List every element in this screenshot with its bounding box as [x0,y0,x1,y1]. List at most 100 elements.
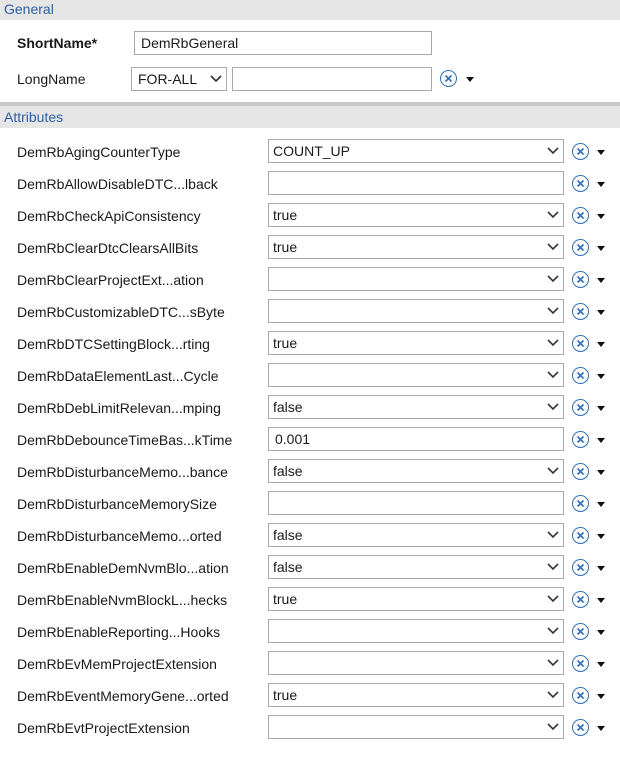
clear-value-icon[interactable] [572,143,589,160]
chevron-down-icon[interactable] [543,524,563,546]
dropdown-menu-caret-icon[interactable] [597,214,605,219]
longname-input[interactable] [232,67,432,91]
attribute-value-select[interactable]: true [268,331,564,355]
clear-value-icon[interactable] [572,655,589,672]
attribute-value-select[interactable]: true [268,683,564,707]
shortname-input[interactable]: DemRbGeneral [134,31,432,55]
chevron-down-icon[interactable] [543,556,563,578]
clear-value-icon[interactable] [572,399,589,416]
attribute-value: false [273,463,303,479]
chevron-down-icon[interactable] [543,620,563,642]
dropdown-menu-caret-icon[interactable] [597,438,605,443]
attribute-value-select[interactable] [268,363,564,387]
attribute-value-select[interactable] [268,299,564,323]
attribute-value-select[interactable]: true [268,203,564,227]
attribute-value-select[interactable]: false [268,555,564,579]
clear-value-icon[interactable] [572,207,589,224]
attribute-value-input[interactable] [268,491,564,515]
dropdown-menu-caret-icon[interactable] [597,566,605,571]
chevron-down-icon[interactable] [206,68,226,90]
attribute-value-select[interactable]: false [268,459,564,483]
attribute-value-select[interactable] [268,651,564,675]
clear-value-icon[interactable] [572,495,589,512]
clear-value-icon[interactable] [572,591,589,608]
attribute-value: false [273,559,303,575]
chevron-down-icon[interactable] [543,268,563,290]
attribute-value-select[interactable] [268,715,564,739]
clear-value-icon[interactable] [572,527,589,544]
dropdown-menu-caret-icon[interactable] [597,630,605,635]
clear-value-icon[interactable] [572,687,589,704]
dropdown-menu-caret-icon[interactable] [597,406,605,411]
attribute-label: DemRbEnableReporting...Hooks [17,624,221,640]
dropdown-menu-caret-icon[interactable] [597,662,605,667]
clear-value-icon[interactable] [572,431,589,448]
dropdown-menu-caret-icon[interactable] [597,374,605,379]
attribute-value: true [273,687,298,703]
chevron-down-icon[interactable] [543,588,563,610]
dropdown-menu-caret-icon[interactable] [597,310,605,315]
dropdown-menu-caret-icon[interactable] [597,470,605,475]
attribute-row: DemRbClearDtcClearsAllBits true [0,232,620,264]
attribute-row: DemRbDisturbanceMemo...bance false [0,456,620,488]
attribute-label: DemRbDTCSettingBlock...rting [17,336,210,352]
chevron-down-icon[interactable] [543,716,563,738]
clear-value-icon[interactable] [572,559,589,576]
clear-value-icon[interactable] [572,623,589,640]
chevron-down-icon[interactable] [543,396,563,418]
chevron-down-icon[interactable] [543,460,563,482]
attribute-row: DemRbClearProjectExt...ation [0,264,620,296]
clear-value-icon[interactable] [572,303,589,320]
chevron-down-icon[interactable] [543,652,563,674]
chevron-down-icon[interactable] [543,236,563,258]
clear-value-icon[interactable] [572,271,589,288]
chevron-down-icon[interactable] [543,140,563,162]
chevron-down-icon[interactable] [543,684,563,706]
attribute-value-select[interactable]: false [268,523,564,547]
attribute-row: DemRbDataElementLast...Cycle [0,360,620,392]
attribute-row: DemRbDebounceTimeBas...kTime 0.001 [0,424,620,456]
dropdown-menu-caret-icon[interactable] [597,726,605,731]
longname-language-value: FOR-ALL [138,71,198,87]
dropdown-menu-caret-icon[interactable] [597,278,605,283]
clear-value-icon[interactable] [572,335,589,352]
attribute-row: DemRbCheckApiConsistency true [0,200,620,232]
attribute-value-input[interactable] [268,171,564,195]
clear-value-icon[interactable] [440,70,457,87]
dropdown-menu-caret-icon[interactable] [597,246,605,251]
attribute-value-select[interactable]: true [268,235,564,259]
attribute-row: DemRbEventMemoryGene...orted true [0,680,620,712]
attribute-value-input[interactable]: 0.001 [268,427,564,451]
chevron-down-icon[interactable] [543,364,563,386]
chevron-down-icon[interactable] [543,300,563,322]
attribute-label: DemRbCheckApiConsistency [17,208,201,224]
attribute-row: DemRbEvMemProjectExtension [0,648,620,680]
chevron-down-icon[interactable] [543,332,563,354]
attribute-value-select[interactable]: COUNT_UP [268,139,564,163]
dropdown-menu-caret-icon[interactable] [597,342,605,347]
clear-value-icon[interactable] [572,367,589,384]
longname-language-select[interactable]: FOR-ALL [131,67,227,91]
attribute-row: DemRbAllowDisableDTC...lback [0,168,620,200]
attribute-row: DemRbDTCSettingBlock...rting true [0,328,620,360]
clear-value-icon[interactable] [572,239,589,256]
attribute-label: DemRbCustomizableDTC...sByte [17,304,225,320]
dropdown-menu-caret-icon[interactable] [597,150,605,155]
chevron-down-icon[interactable] [543,204,563,226]
dropdown-menu-caret-icon[interactable] [597,598,605,603]
dropdown-menu-caret-icon[interactable] [597,502,605,507]
dropdown-menu-caret-icon[interactable] [597,534,605,539]
clear-value-icon[interactable] [572,719,589,736]
clear-value-icon[interactable] [572,175,589,192]
attribute-value-select[interactable] [268,619,564,643]
dropdown-menu-caret-icon[interactable] [597,182,605,187]
attribute-label: DemRbEvtProjectExtension [17,720,190,736]
dropdown-menu-caret-icon[interactable] [597,694,605,699]
clear-value-icon[interactable] [572,463,589,480]
dropdown-menu-caret-icon[interactable] [466,77,474,82]
attribute-value-select[interactable]: false [268,395,564,419]
attribute-value-select[interactable] [268,267,564,291]
attribute-label: DemRbDebLimitRelevan...mping [17,400,221,416]
attribute-label: DemRbAgingCounterType [17,144,181,160]
attribute-value-select[interactable]: true [268,587,564,611]
